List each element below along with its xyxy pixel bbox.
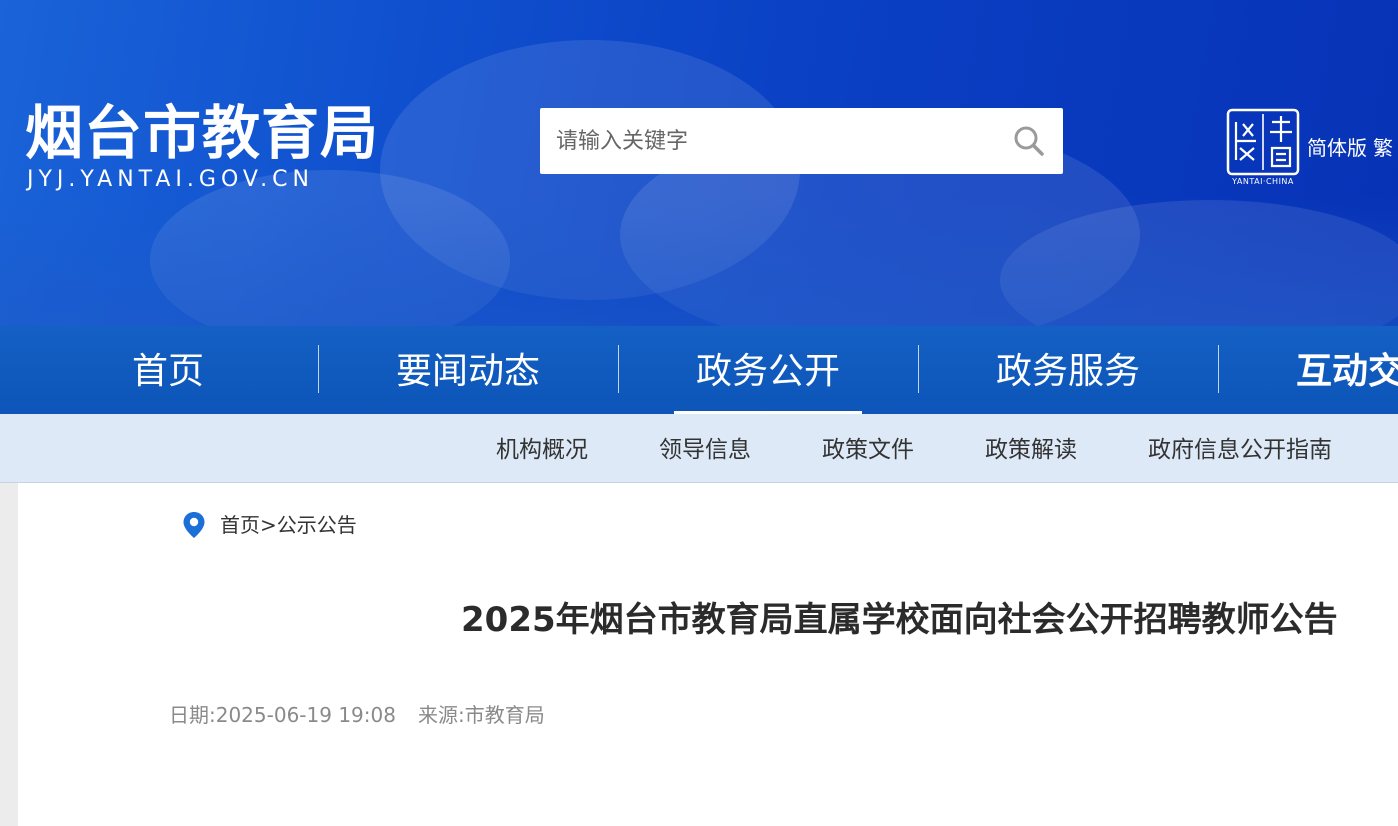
subnav-disclosure-guide[interactable]: 政府信息公开指南 (1148, 414, 1332, 486)
search-box (540, 108, 1063, 174)
site-title[interactable]: 烟台市教育局 (25, 100, 379, 166)
lang-simplified-link[interactable]: 简体版 (1307, 136, 1367, 160)
banner-haze (0, 196, 1398, 326)
subnav-policy-interpretation[interactable]: 政策解读 (985, 414, 1077, 486)
sub-nav: 机构概况 领导信息 政策文件 政策解读 政府信息公开指南 (0, 414, 1398, 483)
language-switcher: 简体版繁 (1307, 132, 1398, 161)
breadcrumb-current-link[interactable]: 公示公告 (277, 513, 357, 537)
nav-news[interactable]: 要闻动态 (318, 326, 618, 414)
main-nav: 首页 要闻动态 政务公开 政务服务 互动交 (0, 326, 1398, 414)
article-date: 日期:2025-06-19 19:08 (169, 703, 396, 727)
breadcrumb-home-link[interactable]: 首页 (220, 513, 260, 537)
search-icon[interactable] (1013, 125, 1045, 157)
nav-home[interactable]: 首页 (18, 326, 318, 414)
article-title: 2025年烟台市教育局直属学校面向社会公开招聘教师公告 (461, 600, 1338, 640)
breadcrumb-separator: > (260, 513, 277, 537)
logo-caption: YANTAI·CHINA (1232, 177, 1294, 186)
nav-divider (1218, 345, 1219, 393)
nav-government-affairs[interactable]: 政务公开 (618, 326, 918, 414)
article-source: 来源:市教育局 (417, 703, 545, 727)
site-domain: JYJ.YANTAI.GOV.CN (27, 167, 314, 192)
nav-interaction[interactable]: 互动交 (1296, 326, 1398, 414)
subnav-policy-documents[interactable]: 政策文件 (822, 414, 914, 486)
subnav-org-overview[interactable]: 机构概况 (496, 414, 588, 486)
left-gutter (0, 483, 18, 826)
breadcrumb-text: 首页>公示公告 (220, 512, 357, 538)
subnav-leadership[interactable]: 领导信息 (659, 414, 751, 486)
header-banner: 烟台市教育局 JYJ.YANTAI.GOV.CN YANTAI·CHINA 简体… (0, 0, 1398, 326)
location-pin-icon (182, 511, 206, 539)
nav-services[interactable]: 政务服务 (918, 326, 1218, 414)
yantai-seal-logo[interactable]: YANTAI·CHINA (1226, 108, 1300, 188)
search-input[interactable] (540, 108, 996, 174)
article-meta: 日期:2025-06-19 19:08 来源:市教育局 (169, 701, 545, 729)
lang-traditional-link[interactable]: 繁 (1373, 136, 1393, 160)
